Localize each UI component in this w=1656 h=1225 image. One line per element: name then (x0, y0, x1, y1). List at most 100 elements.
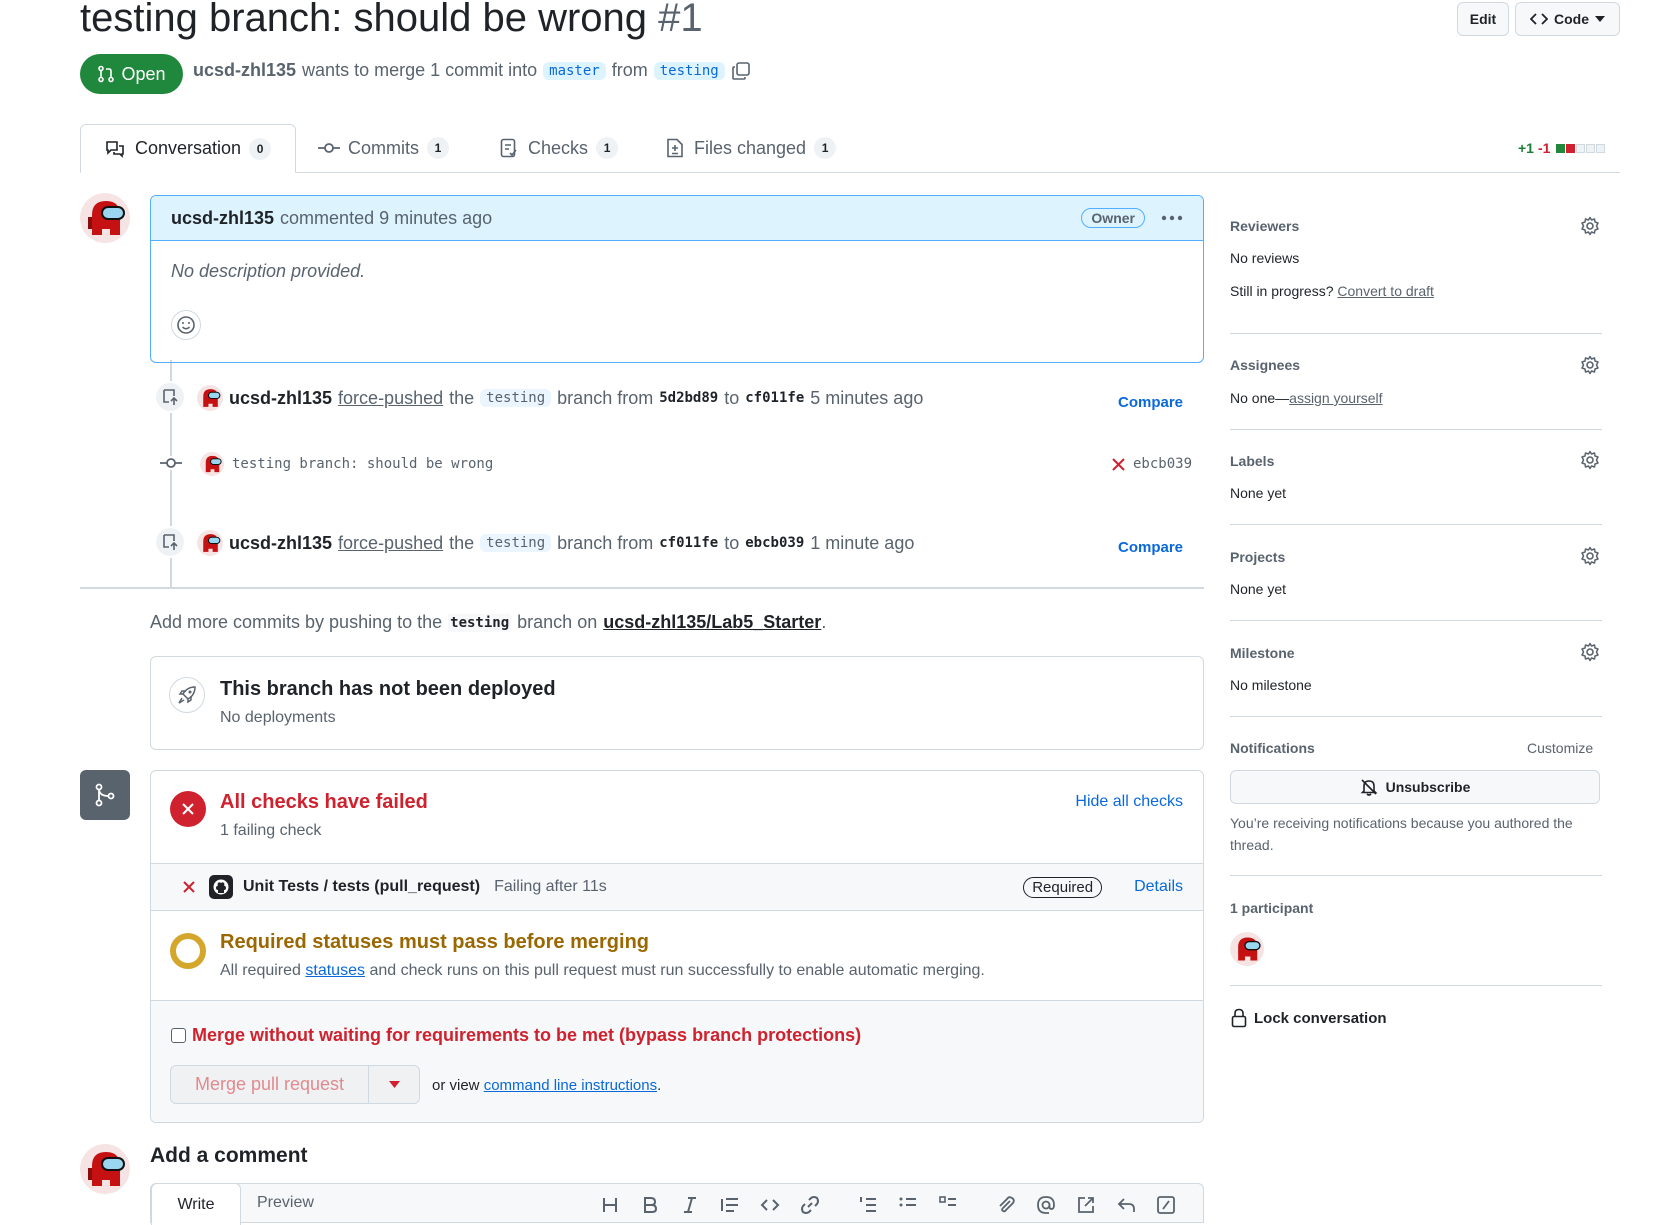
bullet-list-icon[interactable] (898, 1195, 918, 1215)
diffstat-bar (1556, 143, 1606, 153)
convert-to-draft-link[interactable]: Convert to draft (1337, 283, 1434, 299)
comment-author[interactable]: ucsd-zhl135 (171, 208, 274, 229)
event-action-link[interactable]: force-pushed (338, 533, 443, 554)
pr-number: #1 (658, 0, 703, 40)
event-to-sha[interactable]: ebcb039 (745, 535, 804, 551)
event-branch[interactable]: testing (480, 389, 552, 407)
link-icon[interactable] (800, 1195, 820, 1215)
merge-box: All checks have failed 1 failing check H… (150, 770, 1204, 1123)
reply-icon[interactable] (1116, 1195, 1136, 1215)
merge-button-group: Merge pull request (170, 1065, 420, 1104)
slash-commands-icon[interactable] (1156, 1195, 1176, 1215)
compare-link[interactable]: Compare (1118, 539, 1183, 556)
kebab-menu-icon[interactable] (1161, 215, 1183, 221)
merge-text: wants to merge 1 commit into (302, 60, 538, 80)
gear-icon[interactable] (1580, 355, 1600, 375)
event-from-sha[interactable]: cf011fe (659, 535, 718, 551)
sidebar-divider (1230, 620, 1602, 621)
lock-conversation-button[interactable]: Lock conversation (1230, 1008, 1387, 1028)
git-merge-icon (95, 783, 115, 807)
check-item-row: Unit Tests / tests (pull_request) Failin… (151, 864, 1203, 911)
merge-icon-box (80, 770, 130, 820)
task-list-icon[interactable] (938, 1195, 958, 1215)
owner-badge: Owner (1081, 208, 1145, 228)
tab-commits[interactable]: Commits 1 (318, 124, 449, 172)
push-hint-prefix: Add more commits by pushing to the (150, 612, 443, 632)
heading-icon[interactable] (600, 1195, 620, 1215)
tab-files-changed[interactable]: Files changed 1 (666, 124, 837, 172)
event-branch[interactable]: testing (480, 534, 552, 552)
gear-icon[interactable] (1580, 216, 1600, 236)
customize-link[interactable]: Customize (1527, 740, 1593, 756)
pr-author-link[interactable]: ucsd-zhl135 (193, 60, 296, 81)
event-author[interactable]: ucsd-zhl135 (229, 533, 332, 554)
tab-conversation[interactable]: Conversation 0 (80, 124, 296, 173)
head-branch[interactable]: testing (653, 61, 725, 80)
tab-preview[interactable]: Preview (257, 1194, 314, 1212)
file-diff-icon (667, 138, 683, 158)
timeline-event-1: ucsd-zhl135 force-pushed the testing bra… (197, 385, 923, 411)
mention-icon[interactable] (1036, 1195, 1056, 1215)
event-to-sha[interactable]: cf011fe (745, 390, 804, 406)
from-text: from (611, 60, 648, 80)
cli-hint: or view command line instructions. (432, 1077, 661, 1094)
unsubscribe-label: Unsubscribe (1385, 779, 1471, 795)
repo-link[interactable]: ucsd-zhl135/Lab5_Starter (603, 612, 821, 633)
gear-icon[interactable] (1580, 546, 1600, 566)
required-badge: Required (1023, 876, 1103, 898)
merge-dropdown-button[interactable] (369, 1065, 420, 1104)
copy-icon[interactable] (731, 61, 751, 81)
x-icon (183, 881, 195, 893)
status-label: Open (121, 63, 166, 84)
push-hint-suffix: . (821, 612, 827, 632)
hide-checks-button[interactable]: Hide all checks (1075, 793, 1183, 811)
deploy-title: This branch has not been deployed (220, 678, 556, 700)
avatar (80, 1144, 130, 1194)
pull-request-icon (98, 65, 115, 83)
assign-yourself-link[interactable]: assign yourself (1289, 390, 1382, 406)
event-action-link[interactable]: force-pushed (338, 388, 443, 409)
comment-box: ucsd-zhl135 commented 9 minutes ago Owne… (150, 195, 1204, 363)
push-hint: Add more commits by pushing to the testi… (150, 612, 826, 633)
tab-checks[interactable]: Checks 1 (500, 124, 619, 172)
merge-pull-request-button[interactable]: Merge pull request (170, 1065, 369, 1104)
cli-instructions-link[interactable]: command line instructions (484, 1077, 657, 1094)
quote-icon[interactable] (720, 1195, 740, 1215)
code-icon[interactable] (760, 1195, 780, 1215)
x-icon (182, 803, 194, 815)
edit-button[interactable]: Edit (1457, 2, 1509, 36)
code-icon (1530, 13, 1548, 25)
code-button[interactable]: Code (1515, 2, 1620, 36)
bypass-checkbox[interactable] (171, 1028, 186, 1043)
commit-message-link[interactable]: testing branch: should be wrong (232, 456, 493, 472)
required-desc: All required statuses and check runs on … (220, 962, 985, 980)
compare-link[interactable]: Compare (1118, 394, 1183, 411)
cross-reference-icon[interactable] (1076, 1195, 1096, 1215)
bold-icon[interactable] (640, 1195, 660, 1215)
tab-write[interactable]: Write (151, 1183, 241, 1225)
x-icon[interactable] (1112, 457, 1125, 471)
gear-icon[interactable] (1580, 450, 1600, 470)
italic-icon[interactable] (680, 1195, 700, 1215)
period: . (657, 1077, 662, 1094)
gear-icon[interactable] (1580, 642, 1600, 662)
commit-sha-link[interactable]: ebcb039 (1133, 456, 1192, 472)
event-author[interactable]: ucsd-zhl135 (229, 388, 332, 409)
add-reaction-button[interactable] (171, 310, 201, 340)
notify-reason: You’re receiving notifications because y… (1230, 815, 1573, 853)
projects-value: None yet (1230, 581, 1287, 597)
numbered-list-icon[interactable] (858, 1195, 878, 1215)
merge-action-area: Merge without waiting for requirements t… (151, 1001, 1203, 1122)
event-from-sha[interactable]: 5d2bd89 (659, 390, 718, 406)
required-suffix: and check runs on this pull request must… (369, 962, 985, 979)
sidebar-divider (1230, 429, 1602, 430)
edit-label: Edit (1469, 11, 1497, 27)
bypass-label[interactable]: Merge without waiting for requirements t… (192, 1025, 861, 1046)
base-branch[interactable]: master (543, 61, 606, 80)
participant-avatar[interactable] (1230, 932, 1264, 966)
deploy-subtitle: No deployments (220, 709, 336, 726)
check-details-link[interactable]: Details (1134, 878, 1183, 896)
paperclip-icon[interactable] (996, 1195, 1016, 1215)
unsubscribe-button[interactable]: Unsubscribe (1230, 770, 1600, 804)
statuses-link[interactable]: statuses (305, 962, 365, 979)
